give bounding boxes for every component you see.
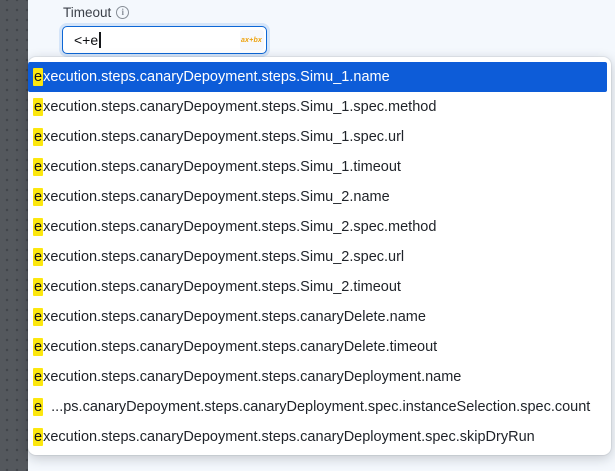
suggestion-item[interactable]: e ...ps.canaryDepoyment.steps.canaryDepl… [28, 392, 607, 422]
field-label-text: Timeout [63, 5, 111, 20]
suggestion-item[interactable]: execution.steps.canaryDepoyment.steps.Si… [28, 62, 607, 92]
suggestion-text: ...ps.canaryDepoyment.steps.canaryDeploy… [43, 399, 590, 415]
match-highlight: e [33, 188, 43, 206]
match-highlight: e [33, 68, 43, 86]
suggestion-item[interactable]: execution.steps.canaryDepoyment.steps.Si… [28, 272, 607, 302]
suggestion-text: xecution.steps.canaryDepoyment.steps.Sim… [43, 99, 436, 115]
suggestion-text: xecution.steps.canaryDepoyment.steps.can… [43, 309, 426, 325]
suggestion-item[interactable]: execution.steps.canaryDepoyment.steps.ca… [28, 332, 607, 362]
suggestion-text: xecution.steps.canaryDepoyment.steps.Sim… [43, 249, 404, 265]
suggestion-item[interactable]: execution.steps.canaryDepoyment.steps.Si… [28, 182, 607, 212]
suggestion-item[interactable]: execution.steps.canaryDepoyment.steps.ca… [28, 422, 607, 452]
expression-type-badge[interactable]: ax+bx [240, 30, 264, 50]
suggestion-item[interactable]: execution.steps.canaryDepoyment.steps.Si… [28, 122, 607, 152]
text-caret [99, 32, 101, 48]
suggestion-item[interactable]: execution.steps.canaryDepoyment.steps.ca… [28, 302, 607, 332]
suggestion-item[interactable]: execution.steps.canaryDepoyment.steps.Si… [28, 92, 607, 122]
timeout-input[interactable] [62, 26, 267, 54]
suggestion-text: xecution.steps.canaryDepoyment.steps.can… [43, 369, 461, 385]
match-highlight: e [33, 398, 43, 416]
match-highlight: e [33, 338, 43, 356]
match-highlight: e [33, 248, 43, 266]
suggestion-text: xecution.steps.canaryDepoyment.steps.can… [43, 429, 535, 445]
match-highlight: e [33, 128, 43, 146]
suggestion-text: xecution.steps.canaryDepoyment.steps.Sim… [43, 279, 401, 295]
match-highlight: e [33, 308, 43, 326]
expression-suggestions-menu: execution.steps.canaryDepoyment.steps.Si… [28, 57, 611, 455]
timeout-input-wrap: ax+bx [62, 26, 267, 54]
match-highlight: e [33, 368, 43, 386]
info-icon[interactable] [116, 6, 129, 19]
suggestion-item[interactable]: execution.steps.canaryDepoyment.steps.Si… [28, 212, 607, 242]
suggestion-text: xecution.steps.canaryDepoyment.steps.Sim… [43, 219, 436, 235]
timeout-field-label: Timeout [63, 3, 129, 21]
suggestion-item[interactable]: execution.steps.canaryDepoyment.steps.Si… [28, 242, 607, 272]
match-highlight: e [33, 428, 43, 446]
suggestion-text: xecution.steps.canaryDepoyment.steps.Sim… [43, 159, 401, 175]
match-highlight: e [33, 278, 43, 296]
suggestion-text: xecution.steps.canaryDepoyment.steps.can… [43, 339, 437, 355]
match-highlight: e [33, 218, 43, 236]
suggestion-text: xecution.steps.canaryDepoyment.steps.Sim… [43, 69, 390, 85]
match-highlight: e [33, 158, 43, 176]
suggestion-text: xecution.steps.canaryDepoyment.steps.Sim… [43, 129, 404, 145]
pipeline-canvas-strip [0, 0, 28, 471]
suggestion-text: xecution.steps.canaryDepoyment.steps.Sim… [43, 189, 390, 205]
suggestion-item[interactable]: execution.steps.canaryDepoyment.steps.Si… [28, 152, 607, 182]
match-highlight: e [33, 98, 43, 116]
suggestion-item[interactable]: execution.steps.canaryDepoyment.steps.ca… [28, 362, 607, 392]
